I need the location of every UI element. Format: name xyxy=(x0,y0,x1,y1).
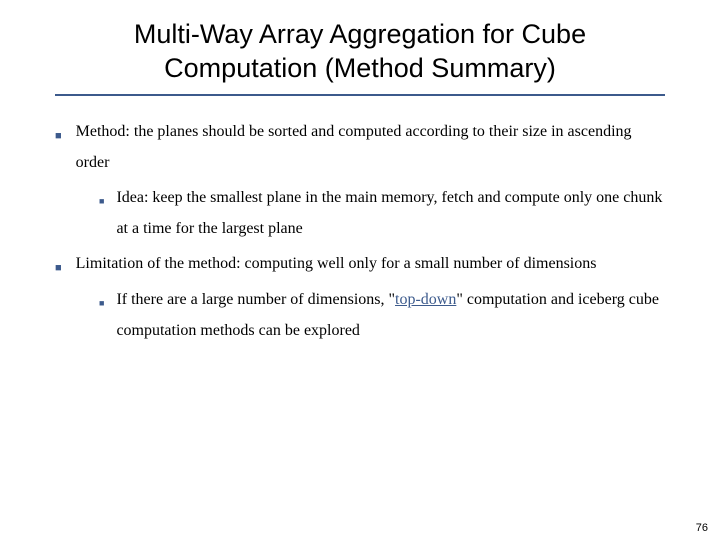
bullet-square-icon: ■ xyxy=(55,126,62,147)
bullet-idea: ■ Idea: keep the smallest plane in the m… xyxy=(99,182,665,244)
bullet-text: Limitation of the method: computing well… xyxy=(76,248,665,279)
page-number: 76 xyxy=(696,522,708,534)
bullet-limitation: ■ Limitation of the method: computing we… xyxy=(55,248,665,279)
bullet-square-icon: ■ xyxy=(99,295,104,313)
bullet-square-icon: ■ xyxy=(99,193,104,211)
bullet-method: ■ Method: the planes should be sorted an… xyxy=(55,116,665,178)
bullet-text: Idea: keep the smallest plane in the mai… xyxy=(116,182,665,244)
bullet-text: If there are a large number of dimension… xyxy=(116,284,665,346)
bullet-square-icon: ■ xyxy=(55,258,62,279)
bullet-top-down: ■ If there are a large number of dimensi… xyxy=(99,284,665,346)
top-down-link: top-down xyxy=(395,291,456,308)
text-pre: If there are a large number of dimension… xyxy=(116,291,395,308)
slide-title: Multi-Way Array Aggregation for Cube Com… xyxy=(55,18,665,96)
slide-content: ■ Method: the planes should be sorted an… xyxy=(55,116,665,347)
bullet-text: Method: the planes should be sorted and … xyxy=(76,116,665,178)
